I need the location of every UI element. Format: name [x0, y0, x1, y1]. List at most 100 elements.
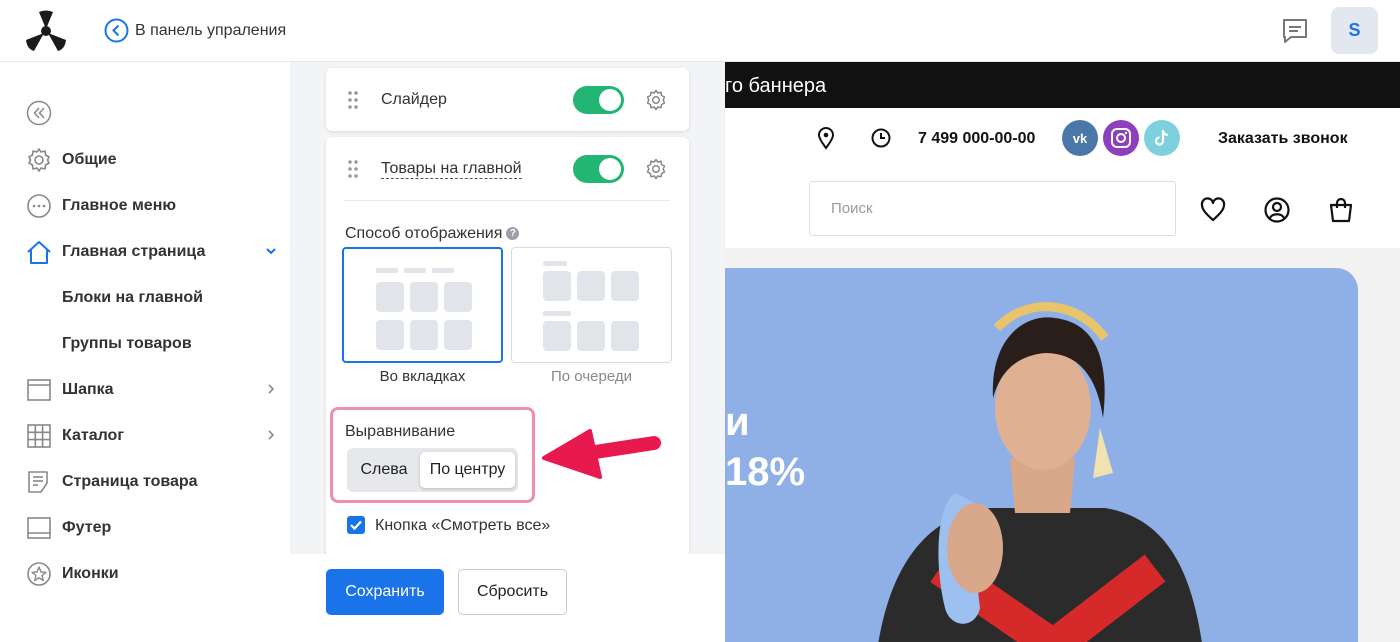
store-phone[interactable]: 7 499 000-00-00: [918, 130, 1035, 148]
product-tile-placeholder: [611, 271, 639, 301]
row-bar-placeholder: [543, 311, 571, 316]
product-tile-placeholder: [577, 271, 605, 301]
home-icon: [27, 241, 51, 264]
tab-bar-placeholder: [376, 268, 398, 273]
action-bar: Сохранить Сбросить: [290, 554, 725, 642]
grid-icon: [27, 424, 51, 448]
help-icon[interactable]: ?: [506, 227, 520, 240]
tiktok-icon[interactable]: [1144, 120, 1180, 156]
account-icon[interactable]: [1263, 196, 1291, 224]
user-avatar[interactable]: S: [1331, 7, 1378, 54]
gear-icon[interactable]: [645, 158, 667, 180]
back-link-label: В панель упраления: [135, 21, 287, 39]
heart-icon[interactable]: [1199, 196, 1227, 224]
shopping-bag-icon[interactable]: [1327, 196, 1355, 224]
block-card-home-products: Товары на главной Способ отображения? Во…: [326, 137, 689, 557]
top-bar: В панель упраления S: [0, 0, 1400, 62]
sidebar-item-icons[interactable]: Иконки: [0, 550, 290, 596]
display-option-tabs-label: Во вкладках: [379, 368, 466, 385]
star-icon: [27, 562, 51, 586]
product-tile-placeholder: [376, 320, 404, 350]
back-arrow-icon: [104, 18, 129, 43]
drag-handle-icon[interactable]: [346, 159, 360, 179]
sidebar-item-product-page[interactable]: Страница товара: [0, 458, 290, 504]
vk-icon[interactable]: vk: [1062, 120, 1098, 156]
logo-icon[interactable]: [24, 10, 68, 52]
sidebar-nav: Общие Главное меню Главная страница Блок…: [0, 136, 290, 596]
sidebar-item-general[interactable]: Общие: [0, 136, 290, 182]
settings-sidebar: Общие Главное меню Главная страница Блок…: [0, 62, 290, 642]
tab-bar-placeholder: [432, 268, 454, 273]
sidebar-item-label: Иконки: [62, 565, 119, 582]
product-page-icon: [28, 471, 48, 493]
show-all-checkbox[interactable]: [347, 516, 365, 534]
display-mode-label: Способ отображения: [345, 225, 503, 242]
sidebar-item-main-menu[interactable]: Главное меню: [0, 182, 290, 228]
sidebar-subitem-label: Блоки на главной: [62, 289, 203, 306]
product-tile-placeholder: [543, 321, 571, 351]
chevron-right-icon: [268, 384, 275, 394]
annotation-arrow-icon: [542, 429, 661, 479]
dots-circle-icon: [27, 194, 51, 218]
product-tile-placeholder: [410, 320, 438, 350]
product-tile-placeholder: [444, 282, 472, 312]
sidebar-item-header[interactable]: Шапка: [0, 366, 290, 412]
sidebar-item-home-page[interactable]: Главная страница: [0, 228, 290, 274]
clock-icon[interactable]: [871, 128, 891, 148]
block-title: Слайдер: [381, 91, 447, 108]
product-tile-placeholder: [577, 321, 605, 351]
callback-link[interactable]: Заказать звонок: [1218, 130, 1348, 148]
location-pin-icon[interactable]: [816, 126, 836, 150]
product-tile-placeholder: [543, 271, 571, 301]
block-title[interactable]: Товары на главной: [381, 160, 522, 179]
block-toggle[interactable]: [573, 155, 624, 183]
collapse-sidebar-icon[interactable]: [26, 100, 52, 126]
store-header: 7 499 000-00-00 vk Заказать звонок Поиск: [725, 108, 1400, 248]
sidebar-subitem-product-groups[interactable]: Группы товаров: [0, 320, 290, 366]
sidebar-subitem-label: Группы товаров: [62, 335, 192, 352]
product-tile-placeholder: [611, 321, 639, 351]
align-left-button[interactable]: Слева: [351, 452, 417, 488]
sidebar-item-catalog[interactable]: Каталог: [0, 412, 290, 458]
hero-banner[interactable]: и 18%: [725, 268, 1358, 642]
back-to-dashboard-link[interactable]: В панель упраления: [104, 18, 286, 43]
chevron-down-icon: [266, 248, 276, 255]
sidebar-item-footer[interactable]: Футер: [0, 504, 290, 550]
sidebar-item-label: Главное меню: [62, 197, 177, 214]
reset-button[interactable]: Сбросить: [458, 569, 567, 615]
divider: [344, 200, 670, 201]
align-center-button[interactable]: По центру: [420, 452, 515, 488]
display-mode-section: Способ отображения?: [345, 225, 520, 243]
instagram-icon[interactable]: [1103, 120, 1139, 156]
alignment-label: Выравнивание: [345, 423, 456, 440]
product-tile-placeholder: [376, 282, 404, 312]
display-option-tabs[interactable]: [342, 247, 503, 363]
display-option-sequential-label: По очереди: [551, 368, 632, 385]
chat-icon[interactable]: [1280, 17, 1310, 45]
sidebar-item-label: Шапка: [62, 381, 114, 398]
sidebar-item-label: Футер: [62, 519, 112, 536]
block-card-slider: Слайдер: [326, 68, 689, 131]
alignment-segmented-control: Слева По центру: [347, 448, 518, 492]
sidebar-item-label: Общие: [62, 151, 117, 168]
tab-bar-placeholder: [404, 268, 426, 273]
display-option-sequential[interactable]: [511, 247, 672, 363]
sidebar-subitem-home-blocks[interactable]: Блоки на главной: [0, 274, 290, 320]
show-all-label: Кнопка «Смотреть все»: [375, 517, 551, 534]
store-search-input[interactable]: Поиск: [809, 181, 1176, 236]
top-banner: го баннера: [725, 62, 1400, 108]
checkmark-icon: [350, 520, 362, 531]
instagram-glyph: [1111, 128, 1131, 148]
sidebar-item-label: Главная страница: [62, 243, 206, 260]
store-preview: го баннера 7 499 000-00-00 vk Заказать з…: [725, 62, 1400, 642]
drag-handle-icon[interactable]: [346, 90, 360, 110]
tiktok-glyph: [1154, 129, 1169, 146]
block-toggle[interactable]: [573, 86, 624, 114]
chevron-right-icon: [268, 430, 275, 440]
row-bar-placeholder: [543, 261, 567, 266]
save-button[interactable]: Сохранить: [326, 569, 444, 615]
header-layout-icon: [27, 379, 51, 401]
gear-icon[interactable]: [645, 89, 667, 111]
alignment-highlight: Выравнивание Слева По центру: [330, 407, 535, 503]
hero-model-image: [878, 302, 1202, 642]
